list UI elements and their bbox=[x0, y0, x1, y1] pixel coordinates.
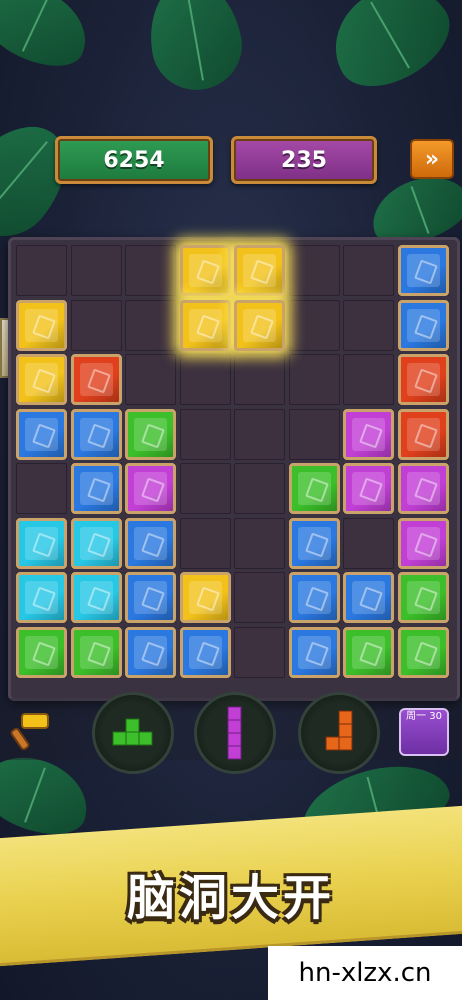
blue-gem-block bbox=[125, 626, 176, 678]
green-gem-block bbox=[125, 408, 176, 460]
purple-gem-block bbox=[343, 408, 394, 460]
yellow-gem-block bbox=[16, 299, 67, 351]
green-gem-block bbox=[288, 463, 340, 514]
board-cell[interactable] bbox=[125, 299, 176, 351]
mode-label: 周一 30 bbox=[406, 711, 442, 722]
board-cell[interactable] bbox=[288, 354, 340, 405]
board-cell[interactable] bbox=[288, 299, 340, 351]
cyan-gem-block bbox=[70, 517, 122, 569]
green-gem-block bbox=[70, 626, 122, 678]
blue-gem-block bbox=[179, 626, 231, 678]
green-gem-block bbox=[343, 626, 394, 678]
blue-gem-block bbox=[288, 572, 340, 623]
board-cell[interactable] bbox=[343, 299, 394, 351]
game-board[interactable] bbox=[8, 237, 460, 701]
blue-gem-block bbox=[125, 572, 176, 623]
skip-button[interactable]: » bbox=[410, 139, 454, 179]
cyan-gem-block bbox=[16, 517, 67, 569]
green-gem-block bbox=[16, 626, 67, 678]
blue-gem-block bbox=[288, 626, 340, 678]
board-cell[interactable] bbox=[288, 408, 340, 460]
yellow-gem-block bbox=[179, 245, 231, 296]
green-gem-block bbox=[397, 626, 449, 678]
blue-gem-block bbox=[343, 572, 394, 623]
hammer-icon[interactable] bbox=[8, 704, 58, 754]
blue-gem-block bbox=[397, 245, 449, 296]
board-cell[interactable] bbox=[179, 408, 231, 460]
board-cell[interactable] bbox=[125, 354, 176, 405]
board-cell[interactable] bbox=[179, 517, 231, 569]
board-cell[interactable] bbox=[179, 463, 231, 514]
board-cell[interactable] bbox=[179, 354, 231, 405]
piece-slot-3[interactable] bbox=[298, 692, 380, 774]
yellow-gem-block bbox=[179, 299, 231, 351]
purple-gem-block bbox=[125, 463, 176, 514]
leaf-decoration bbox=[315, 0, 462, 104]
piece-slot-2[interactable] bbox=[194, 692, 276, 774]
cyan-gem-block bbox=[70, 572, 122, 623]
blue-gem-block bbox=[70, 463, 122, 514]
i-piece-icon bbox=[227, 706, 242, 760]
board-cell[interactable] bbox=[125, 245, 176, 296]
board-cell[interactable] bbox=[343, 245, 394, 296]
blue-gem-block bbox=[125, 517, 176, 569]
watermark-text: hn-xlzx.cn bbox=[268, 946, 462, 1000]
red-gem-block bbox=[397, 408, 449, 460]
yellow-gem-block bbox=[234, 299, 285, 351]
board-cell[interactable] bbox=[288, 245, 340, 296]
yellow-gem-block bbox=[179, 572, 231, 623]
purple-gem-block bbox=[397, 517, 449, 569]
cyan-gem-block bbox=[16, 572, 67, 623]
board-cell[interactable] bbox=[234, 354, 285, 405]
board-cell[interactable] bbox=[343, 517, 394, 569]
j-piece-icon bbox=[325, 710, 353, 751]
best-score-display: 235 bbox=[231, 136, 377, 184]
blue-gem-block bbox=[70, 408, 122, 460]
blue-gem-block bbox=[16, 408, 67, 460]
mode-button[interactable]: 周一 30 bbox=[399, 708, 449, 756]
purple-gem-block bbox=[343, 463, 394, 514]
red-gem-block bbox=[397, 354, 449, 405]
yellow-gem-block bbox=[16, 354, 67, 405]
board-cell[interactable] bbox=[234, 463, 285, 514]
board-cell[interactable] bbox=[343, 354, 394, 405]
purple-gem-block bbox=[397, 463, 449, 514]
green-gem-block bbox=[397, 572, 449, 623]
board-cell[interactable] bbox=[234, 626, 285, 678]
piece-slot-1[interactable] bbox=[92, 692, 174, 774]
score-display: 6254 bbox=[55, 136, 213, 184]
blue-gem-block bbox=[397, 299, 449, 351]
blue-gem-block bbox=[288, 517, 340, 569]
red-gem-block bbox=[70, 354, 122, 405]
t-piece-icon bbox=[112, 718, 153, 746]
yellow-gem-block bbox=[234, 245, 285, 296]
board-cell[interactable] bbox=[70, 299, 122, 351]
board-cell[interactable] bbox=[234, 572, 285, 623]
board-cell[interactable] bbox=[70, 245, 122, 296]
board-cell[interactable] bbox=[234, 408, 285, 460]
board-cell[interactable] bbox=[16, 245, 67, 296]
board-cell[interactable] bbox=[16, 463, 67, 514]
leaf-decoration bbox=[0, 0, 100, 80]
leaf-decoration bbox=[141, 0, 249, 97]
slogan-text: 脑洞大开 bbox=[126, 870, 335, 926]
board-cell[interactable] bbox=[234, 517, 285, 569]
